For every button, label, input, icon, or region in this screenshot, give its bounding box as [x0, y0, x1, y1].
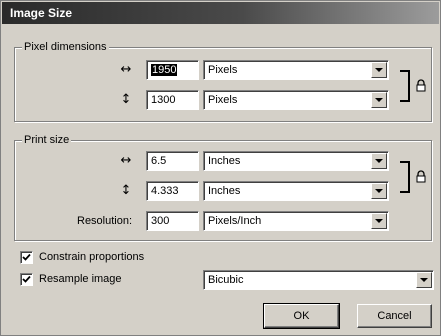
- print-width-unit-value: Inches: [208, 155, 241, 167]
- image-size-dialog: Image Size Pixel dimensions ↔ 1950 Pixel…: [0, 0, 441, 336]
- dialog-title: Image Size: [2, 2, 439, 24]
- pixel-height-unit-select[interactable]: Pixels: [203, 90, 389, 110]
- resolution-unit-select[interactable]: Pixels/Inch: [203, 211, 389, 231]
- print-link-bracket: [400, 161, 410, 193]
- chevron-down-icon[interactable]: [371, 183, 387, 199]
- constrain-proportions-checkbox[interactable]: [20, 251, 33, 264]
- ok-button[interactable]: OK: [263, 303, 340, 329]
- height-arrow-icon: ↕: [120, 92, 132, 107]
- lock-icon[interactable]: [415, 79, 427, 93]
- pixel-height-value: 1300: [151, 94, 176, 106]
- chevron-down-icon[interactable]: [371, 62, 387, 78]
- pixel-height-unit-value: Pixels: [208, 94, 238, 106]
- resolution-unit-value: Pixels/Inch: [208, 215, 262, 227]
- resample-method-select[interactable]: Bicubic: [203, 270, 434, 290]
- pixel-width-unit-select[interactable]: Pixels: [203, 60, 389, 80]
- print-size-label: Print size: [22, 133, 72, 147]
- pixel-width-value: 1950: [151, 64, 178, 76]
- pixel-width-input[interactable]: 1950: [146, 60, 199, 80]
- checkmark-icon: [22, 275, 31, 283]
- resolution-input[interactable]: 300: [146, 211, 199, 231]
- resample-method-value: Bicubic: [208, 274, 244, 286]
- print-height-input[interactable]: 4.333: [146, 181, 199, 201]
- print-width-value: 6.5: [151, 155, 167, 167]
- pixel-link-bracket: [400, 70, 410, 102]
- pixel-dimensions-group: Pixel dimensions: [14, 40, 432, 122]
- resolution-label: Resolution:: [77, 215, 133, 227]
- resample-image-label[interactable]: Resample image: [39, 269, 122, 289]
- print-height-unit-select[interactable]: Inches: [203, 181, 389, 201]
- chevron-down-icon[interactable]: [371, 213, 387, 229]
- width-arrow-icon: ↔: [120, 153, 132, 168]
- print-height-unit-value: Inches: [208, 185, 241, 197]
- pixel-width-unit-value: Pixels: [208, 64, 238, 76]
- checkmark-icon: [22, 253, 31, 261]
- pixel-height-input[interactable]: 1300: [146, 90, 199, 110]
- pixel-dimensions-label: Pixel dimensions: [22, 40, 109, 54]
- chevron-down-icon[interactable]: [371, 153, 387, 169]
- resample-image-checkbox[interactable]: [20, 273, 33, 286]
- height-arrow-icon: ↕: [120, 183, 132, 198]
- chevron-down-icon[interactable]: [371, 92, 387, 108]
- constrain-proportions-label[interactable]: Constrain proportions: [39, 247, 144, 267]
- resolution-value: 300: [151, 215, 170, 227]
- chevron-down-icon[interactable]: [416, 272, 432, 288]
- print-width-input[interactable]: 6.5: [146, 151, 199, 171]
- cancel-button[interactable]: Cancel: [357, 304, 432, 328]
- print-height-value: 4.333: [151, 185, 179, 197]
- lock-icon[interactable]: [415, 170, 427, 184]
- print-width-unit-select[interactable]: Inches: [203, 151, 389, 171]
- width-arrow-icon: ↔: [120, 62, 132, 77]
